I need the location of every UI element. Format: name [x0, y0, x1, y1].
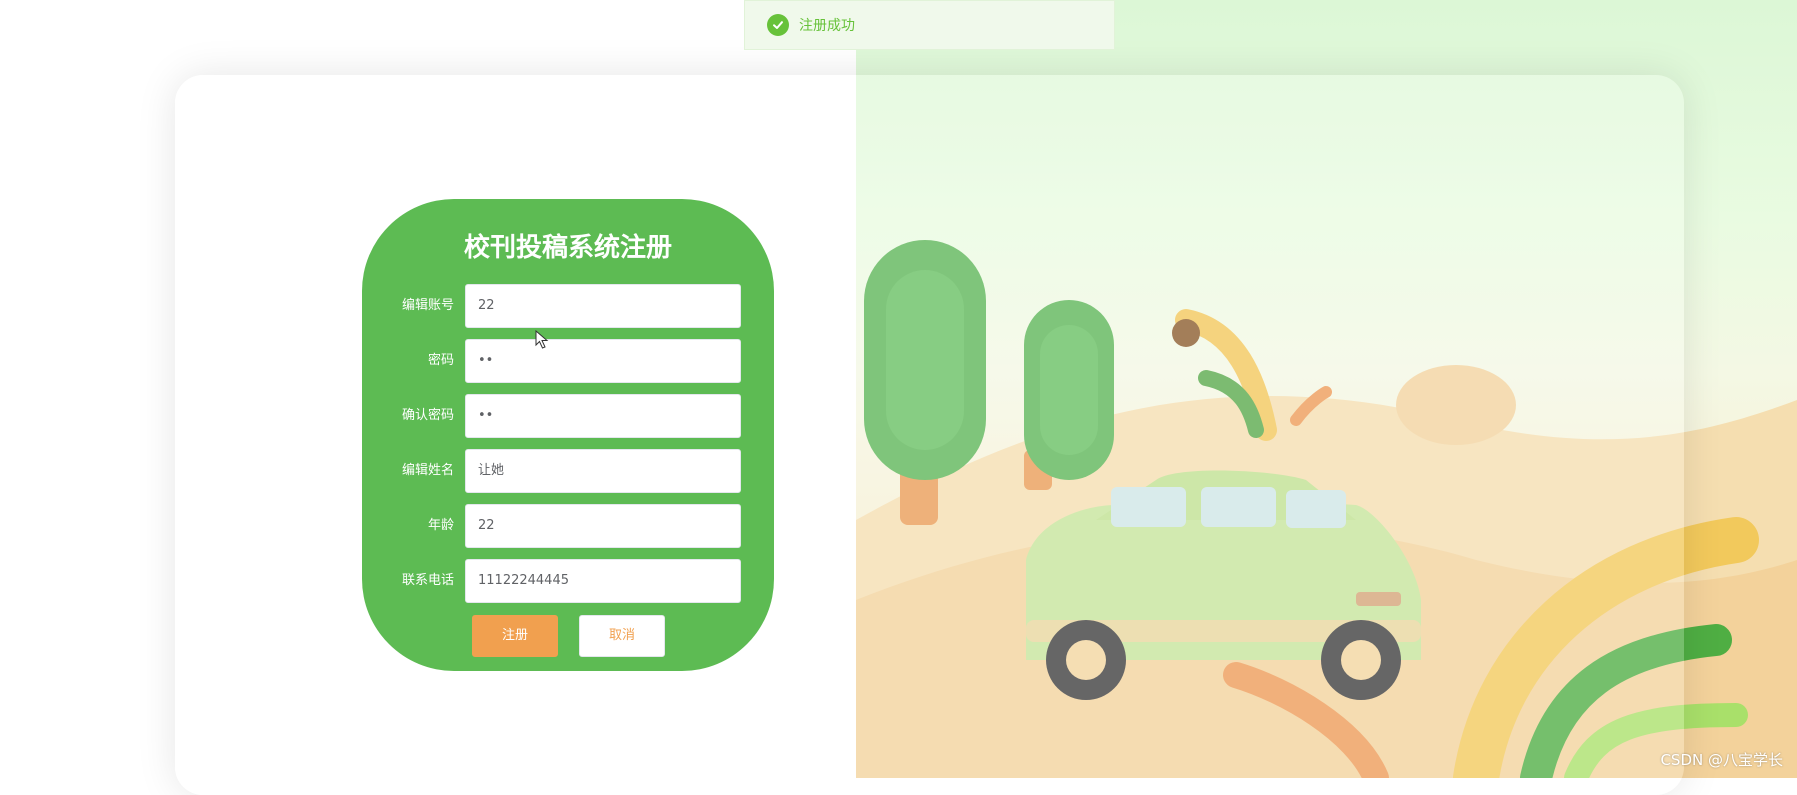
phone-input[interactable]: 11122244445: [465, 559, 741, 603]
field-password: 密码 ••: [362, 339, 774, 383]
form-title: 校刊投稿系统注册: [463, 233, 672, 263]
field-confirm-password: 确认密码 ••: [362, 394, 774, 438]
watermark: CSDN @八宝学长: [1660, 751, 1783, 769]
field-editor-name: 编辑姓名 让她: [362, 449, 774, 493]
mouse-cursor-icon: [535, 330, 549, 349]
toast-message: 注册成功: [799, 18, 855, 34]
age-input[interactable]: 22: [465, 504, 741, 548]
field-age: 年龄 22: [362, 504, 774, 548]
field-label: 编辑姓名: [401, 463, 454, 478]
field-editor-account: 编辑账号 22: [362, 284, 774, 328]
cancel-button[interactable]: 取消: [579, 615, 665, 657]
field-phone: 联系电话 11122244445: [362, 559, 774, 603]
check-circle-icon: [767, 14, 789, 36]
register-form-card: 校刊投稿系统注册 编辑账号 22 密码 •• 确认密码 •• 编辑姓名 让她 年…: [362, 199, 774, 671]
editor-account-input[interactable]: 22: [465, 284, 741, 328]
editor-name-input[interactable]: 让她: [465, 449, 741, 493]
confirm-password-input[interactable]: ••: [465, 394, 741, 438]
field-label: 联系电话: [401, 573, 454, 588]
register-button[interactable]: 注册: [472, 615, 558, 657]
field-label: 确认密码: [401, 408, 454, 423]
success-toast: 注册成功: [744, 0, 1115, 50]
field-label: 年龄: [427, 518, 454, 533]
field-label: 密码: [427, 353, 454, 368]
field-label: 编辑账号: [401, 298, 454, 313]
password-input[interactable]: ••: [465, 339, 741, 383]
